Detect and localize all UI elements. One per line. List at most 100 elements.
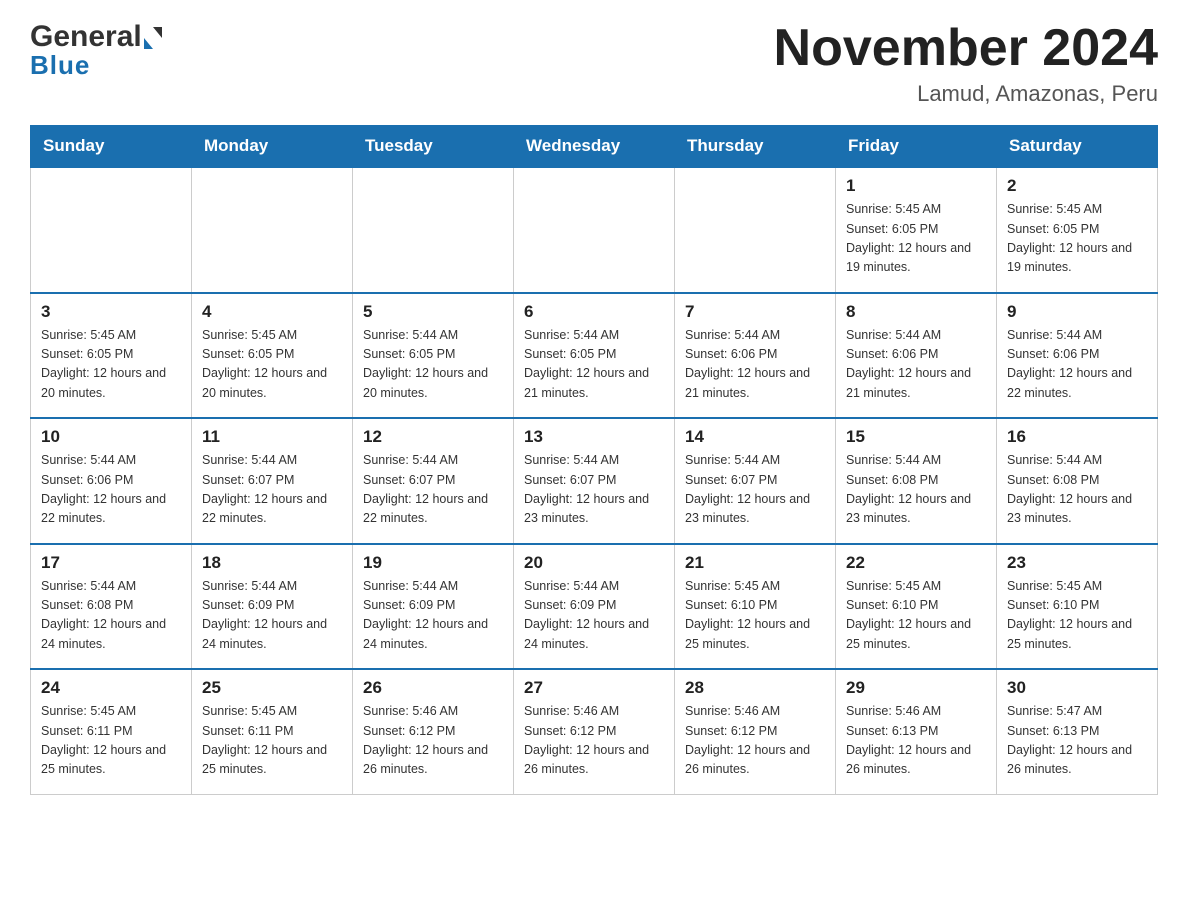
day-number: 1 [846, 176, 986, 196]
day-info: Sunrise: 5:46 AMSunset: 6:12 PMDaylight:… [685, 702, 825, 780]
day-info: Sunrise: 5:44 AMSunset: 6:06 PMDaylight:… [41, 451, 181, 529]
weekday-header-monday: Monday [192, 126, 353, 168]
day-number: 16 [1007, 427, 1147, 447]
day-number: 2 [1007, 176, 1147, 196]
day-number: 6 [524, 302, 664, 322]
day-info: Sunrise: 5:44 AMSunset: 6:06 PMDaylight:… [685, 326, 825, 404]
calendar-cell: 15 Sunrise: 5:44 AMSunset: 6:08 PMDayligh… [836, 418, 997, 544]
logo-icon [144, 27, 162, 49]
day-number: 7 [685, 302, 825, 322]
day-info: Sunrise: 5:44 AMSunset: 6:08 PMDaylight:… [846, 451, 986, 529]
day-number: 5 [363, 302, 503, 322]
weekday-header-sunday: Sunday [31, 126, 192, 168]
day-info: Sunrise: 5:45 AMSunset: 6:11 PMDaylight:… [41, 702, 181, 780]
day-info: Sunrise: 5:45 AMSunset: 6:10 PMDaylight:… [846, 577, 986, 655]
calendar-week-row: 24 Sunrise: 5:45 AMSunset: 6:11 PMDayligh… [31, 669, 1158, 794]
calendar-body: 1 Sunrise: 5:45 AMSunset: 6:05 PMDaylight… [31, 167, 1158, 794]
day-number: 22 [846, 553, 986, 573]
calendar-cell: 10 Sunrise: 5:44 AMSunset: 6:06 PMDayligh… [31, 418, 192, 544]
calendar-cell: 9Sunrise: 5:44 AMSunset: 6:06 PMDaylight… [997, 293, 1158, 419]
day-info: Sunrise: 5:47 AMSunset: 6:13 PMDaylight:… [1007, 702, 1147, 780]
day-number: 20 [524, 553, 664, 573]
day-number: 4 [202, 302, 342, 322]
day-info: Sunrise: 5:44 AMSunset: 6:09 PMDaylight:… [202, 577, 342, 655]
calendar-cell: 28Sunrise: 5:46 AMSunset: 6:12 PMDayligh… [675, 669, 836, 794]
day-info: Sunrise: 5:44 AMSunset: 6:08 PMDaylight:… [41, 577, 181, 655]
calendar-cell: 27 Sunrise: 5:46 AMSunset: 6:12 PMDayligh… [514, 669, 675, 794]
day-number: 12 [363, 427, 503, 447]
day-info: Sunrise: 5:44 AMSunset: 6:07 PMDaylight:… [363, 451, 503, 529]
day-number: 27 [524, 678, 664, 698]
calendar-week-row: 1 Sunrise: 5:45 AMSunset: 6:05 PMDaylight… [31, 167, 1158, 293]
day-number: 14 [685, 427, 825, 447]
day-number: 19 [363, 553, 503, 573]
title-area: November 2024 Lamud, Amazonas, Peru [774, 20, 1158, 107]
calendar-cell: 2 Sunrise: 5:45 AMSunset: 6:05 PMDaylight… [997, 167, 1158, 293]
calendar-cell [675, 167, 836, 293]
day-info: Sunrise: 5:44 AMSunset: 6:07 PMDaylight:… [685, 451, 825, 529]
day-info: Sunrise: 5:44 AMSunset: 6:08 PMDaylight:… [1007, 451, 1147, 529]
calendar-cell: 21 Sunrise: 5:45 AMSunset: 6:10 PMDayligh… [675, 544, 836, 670]
calendar-cell: 3 Sunrise: 5:45 AMSunset: 6:05 PMDaylight… [31, 293, 192, 419]
day-info: Sunrise: 5:45 AMSunset: 6:10 PMDaylight:… [685, 577, 825, 655]
day-number: 3 [41, 302, 181, 322]
day-number: 8 [846, 302, 986, 322]
day-info: Sunrise: 5:44 AMSunset: 6:06 PMDaylight:… [846, 326, 986, 404]
day-info: Sunrise: 5:44 AMSunset: 6:05 PMDaylight:… [363, 326, 503, 404]
day-number: 29 [846, 678, 986, 698]
day-number: 26 [363, 678, 503, 698]
calendar-cell: 11 Sunrise: 5:44 AMSunset: 6:07 PMDayligh… [192, 418, 353, 544]
calendar-cell: 13Sunrise: 5:44 AMSunset: 6:07 PMDayligh… [514, 418, 675, 544]
weekday-header-wednesday: Wednesday [514, 126, 675, 168]
weekday-header-row: SundayMondayTuesdayWednesdayThursdayFrid… [31, 126, 1158, 168]
calendar-cell: 14 Sunrise: 5:44 AMSunset: 6:07 PMDayligh… [675, 418, 836, 544]
calendar-week-row: 10 Sunrise: 5:44 AMSunset: 6:06 PMDayligh… [31, 418, 1158, 544]
calendar-cell: 17Sunrise: 5:44 AMSunset: 6:08 PMDayligh… [31, 544, 192, 670]
day-number: 9 [1007, 302, 1147, 322]
day-number: 23 [1007, 553, 1147, 573]
page-header: General Blue November 2024 Lamud, Amazon… [30, 20, 1158, 107]
calendar-cell [192, 167, 353, 293]
calendar-cell [353, 167, 514, 293]
calendar-subtitle: Lamud, Amazonas, Peru [774, 81, 1158, 107]
calendar-cell: 19Sunrise: 5:44 AMSunset: 6:09 PMDayligh… [353, 544, 514, 670]
day-info: Sunrise: 5:46 AMSunset: 6:12 PMDaylight:… [363, 702, 503, 780]
logo-text-blue: Blue [30, 50, 90, 81]
day-number: 15 [846, 427, 986, 447]
calendar-cell: 18 Sunrise: 5:44 AMSunset: 6:09 PMDayligh… [192, 544, 353, 670]
day-number: 18 [202, 553, 342, 573]
day-info: Sunrise: 5:45 AMSunset: 6:11 PMDaylight:… [202, 702, 342, 780]
calendar-title: November 2024 [774, 20, 1158, 77]
day-number: 30 [1007, 678, 1147, 698]
calendar-cell: 22 Sunrise: 5:45 AMSunset: 6:10 PMDayligh… [836, 544, 997, 670]
day-number: 10 [41, 427, 181, 447]
day-number: 24 [41, 678, 181, 698]
calendar-header: SundayMondayTuesdayWednesdayThursdayFrid… [31, 126, 1158, 168]
day-number: 11 [202, 427, 342, 447]
day-info: Sunrise: 5:45 AMSunset: 6:05 PMDaylight:… [41, 326, 181, 404]
day-info: Sunrise: 5:46 AMSunset: 6:12 PMDaylight:… [524, 702, 664, 780]
calendar-cell: 26 Sunrise: 5:46 AMSunset: 6:12 PMDayligh… [353, 669, 514, 794]
day-info: Sunrise: 5:44 AMSunset: 6:05 PMDaylight:… [524, 326, 664, 404]
calendar-cell: 24 Sunrise: 5:45 AMSunset: 6:11 PMDayligh… [31, 669, 192, 794]
day-info: Sunrise: 5:44 AMSunset: 6:09 PMDaylight:… [524, 577, 664, 655]
day-info: Sunrise: 5:44 AMSunset: 6:07 PMDaylight:… [202, 451, 342, 529]
weekday-header-saturday: Saturday [997, 126, 1158, 168]
day-info: Sunrise: 5:45 AMSunset: 6:05 PMDaylight:… [202, 326, 342, 404]
calendar-table: SundayMondayTuesdayWednesdayThursdayFrid… [30, 125, 1158, 795]
logo: General Blue [30, 20, 162, 81]
day-info: Sunrise: 5:46 AMSunset: 6:13 PMDaylight:… [846, 702, 986, 780]
day-number: 25 [202, 678, 342, 698]
calendar-cell: 30 Sunrise: 5:47 AMSunset: 6:13 PMDayligh… [997, 669, 1158, 794]
day-info: Sunrise: 5:45 AMSunset: 6:05 PMDaylight:… [1007, 200, 1147, 278]
calendar-cell: 12 Sunrise: 5:44 AMSunset: 6:07 PMDayligh… [353, 418, 514, 544]
calendar-week-row: 3 Sunrise: 5:45 AMSunset: 6:05 PMDaylight… [31, 293, 1158, 419]
calendar-cell: 20 Sunrise: 5:44 AMSunset: 6:09 PMDayligh… [514, 544, 675, 670]
day-number: 21 [685, 553, 825, 573]
calendar-cell [514, 167, 675, 293]
calendar-cell: 4 Sunrise: 5:45 AMSunset: 6:05 PMDaylight… [192, 293, 353, 419]
calendar-cell: 7 Sunrise: 5:44 AMSunset: 6:06 PMDaylight… [675, 293, 836, 419]
weekday-header-friday: Friday [836, 126, 997, 168]
calendar-cell: 5 Sunrise: 5:44 AMSunset: 6:05 PMDaylight… [353, 293, 514, 419]
calendar-cell: 25 Sunrise: 5:45 AMSunset: 6:11 PMDayligh… [192, 669, 353, 794]
